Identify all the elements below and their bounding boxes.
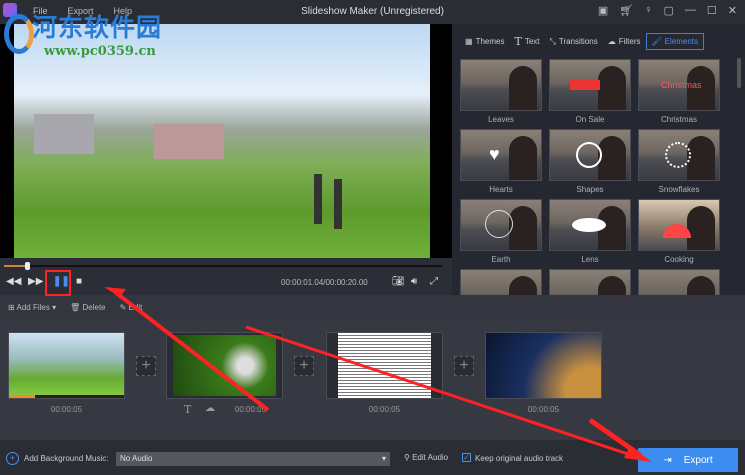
clip-duration: 00:00:05 <box>50 405 83 414</box>
tab-themes[interactable]: ▦ Themes <box>460 34 509 49</box>
element-hearts[interactable]: ♥ Hearts <box>460 129 542 199</box>
clip-duration: 00:00:05 <box>234 405 267 414</box>
clip-4[interactable] <box>485 332 602 399</box>
player-controls: ◀◀ ▶▶ ❚❚ ■ 00:00:01.04/00:00:20.00 📷︎ 🔊︎… <box>0 258 452 295</box>
text-icon: T <box>514 35 522 48</box>
transitions-icon: ⤡ <box>549 36 556 46</box>
forward-icon[interactable]: ▶▶ <box>28 276 43 287</box>
keep-audio-checkbox[interactable]: ✓ <box>462 453 471 462</box>
edit-icon: ✎ <box>119 303 127 312</box>
edit-audio-button[interactable]: ⚲ Edit Audio <box>404 453 448 462</box>
cart-icon[interactable]: 🛒︎ <box>619 4 633 17</box>
pin-icon: ⚲ <box>404 453 410 462</box>
save-icon[interactable]: ▣ <box>598 4 608 17</box>
seek-bar[interactable] <box>4 262 442 270</box>
close-button[interactable]: ✕ <box>728 4 737 17</box>
export-button[interactable]: ⇥ Export <box>638 448 738 472</box>
tip-icon[interactable]: ♀ <box>644 4 652 17</box>
folder-plus-icon: ⊞ <box>8 303 15 312</box>
element-snowflakes[interactable]: Snowflakes <box>638 129 720 199</box>
rewind-icon[interactable]: ◀◀ <box>6 276 21 287</box>
clip-3[interactable] <box>326 332 443 399</box>
feedback-icon[interactable]: ▢ <box>664 4 674 17</box>
title-bar: File Export Help Slideshow Maker (Unregi… <box>0 0 745 24</box>
volume-icon[interactable]: 🔊︎ <box>411 276 417 287</box>
delete-button[interactable]: 🗑︎ Delete <box>70 303 106 312</box>
text-icon[interactable]: T <box>184 403 191 416</box>
add-music-icon[interactable]: + <box>6 452 19 465</box>
clip-2[interactable] <box>166 332 283 399</box>
add-transition-button[interactable]: + <box>454 356 474 376</box>
maximize-button[interactable]: ☐ <box>707 4 717 17</box>
trash-icon: 🗑︎ <box>70 303 81 312</box>
add-files-button[interactable]: ⊞ Add Files ▾ <box>8 303 56 312</box>
export-icon: ⇥ <box>663 454 672 466</box>
tab-filters[interactable]: ☁ Filters <box>603 34 646 49</box>
audio-select[interactable]: No Audio ▾ <box>116 452 390 466</box>
tab-elements[interactable]: 🖌︎ Elements <box>645 33 705 50</box>
seek-handle[interactable] <box>24 262 30 270</box>
add-music-label: Add Background Music: <box>24 454 109 463</box>
elements-panel: ▦ Themes T Text ⤡ Transitions ☁ Filters 🖌︎ El… <box>452 24 745 321</box>
keep-audio-label: Keep original audio track <box>475 454 564 463</box>
pause-icon[interactable]: ❚❚ <box>53 276 70 287</box>
element-leaves[interactable]: Leaves <box>460 59 542 129</box>
add-transition-button[interactable]: + <box>136 356 156 376</box>
bottom-bar: + Add Background Music: No Audio ▾ ⚲ Edit… <box>0 440 745 475</box>
element-lens[interactable]: Lens <box>549 199 631 269</box>
scrollbar[interactable] <box>737 58 741 88</box>
element-on-sale[interactable]: On Sale <box>549 59 631 129</box>
tab-text[interactable]: T Text <box>509 32 544 51</box>
filters-icon: ☁ <box>607 37 616 46</box>
timeline: 00:00:05 + T ☁ 00:00:05 + 00:00:05 + 00:… <box>0 320 745 440</box>
tab-transitions[interactable]: ⤡ Transitions <box>544 34 602 50</box>
element-shapes[interactable]: Shapes <box>549 129 631 199</box>
fullscreen-icon[interactable]: ⤢ <box>430 276 438 287</box>
chevron-down-icon: ▾ <box>381 454 386 463</box>
clip-duration: 00:00:05 <box>527 405 560 414</box>
stop-icon[interactable]: ■ <box>76 276 82 287</box>
elements-icon: 🖌︎ <box>651 37 662 46</box>
timeline-toolbar: ⊞ Add Files ▾ 🗑︎ Delete ✎ Edit <box>0 295 745 320</box>
edit-button[interactable]: ✎ Edit <box>120 303 143 312</box>
element-cooking[interactable]: Cooking <box>638 199 720 269</box>
add-transition-button[interactable]: + <box>294 356 314 376</box>
minimize-button[interactable]: — <box>685 4 696 17</box>
grid-icon: ▦ <box>465 37 473 46</box>
element-christmas[interactable]: Christmas Christmas <box>638 59 720 129</box>
clip-duration: 00:00:05 <box>368 405 401 414</box>
clip-1[interactable] <box>8 332 125 399</box>
time-readout: 00:00:01.04/00:00:20.00 <box>281 278 368 287</box>
video-preview[interactable] <box>0 24 452 258</box>
snapshot-icon[interactable]: 📷︎ <box>392 276 405 287</box>
element-earth[interactable]: Earth <box>460 199 542 269</box>
